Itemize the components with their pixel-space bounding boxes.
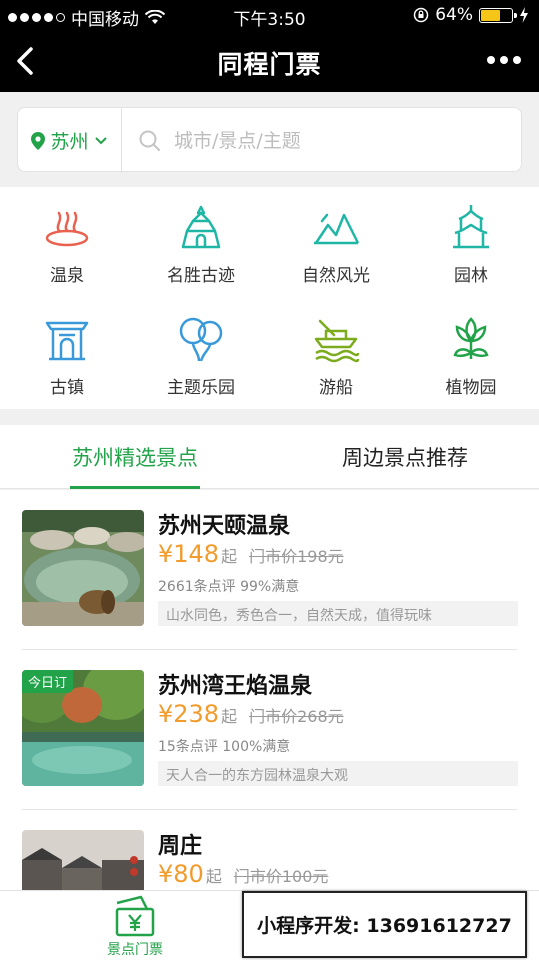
list-item[interactable]: 苏州天颐温泉 ¥148 起 门市价198元 2661条点评 99%满意 山水同色… (0, 490, 539, 650)
category-ancient-town[interactable]: 古镇 (0, 299, 134, 399)
search-input[interactable] (174, 129, 504, 152)
status-bar: 中国移动 下午3:50 64% (0, 0, 539, 30)
search-icon (139, 130, 160, 151)
category-hot-spring[interactable]: 温泉 (0, 187, 134, 287)
price-value: ¥238 (158, 700, 220, 728)
price-suffix: 起 (205, 867, 222, 886)
category-label: 古镇 (50, 378, 84, 398)
category-theme-park[interactable]: 主题乐园 (134, 299, 268, 399)
attraction-description: 山水同色，秀色合一，自然天成，值得玩味 (158, 601, 518, 626)
attraction-photo: 今日订 (22, 670, 144, 786)
page-title: 同程门票 (217, 50, 322, 79)
attraction-name: 苏州湾王焰温泉 (158, 674, 313, 699)
historic-site-icon (181, 205, 221, 249)
nav-bar: 同程门票 (0, 30, 539, 92)
status-right: 64% (413, 5, 529, 25)
category-label: 主题乐园 (167, 378, 235, 398)
category-grid: 温泉 名胜古迹 自然风光 园林 古镇 主题乐园 游船 植物园 (0, 187, 539, 409)
ticket-icon (115, 895, 155, 937)
rotation-lock-icon (413, 7, 429, 23)
original-price: 门市价100元 (233, 867, 329, 886)
review-stats: 15条点评 100%满意 (158, 739, 291, 755)
list-item[interactable]: 今日订 苏州湾王焰温泉 ¥238 起 门市价268元 15条点评 100%满意 … (0, 650, 539, 810)
search-box: 苏州 (17, 107, 522, 173)
battery-icon (479, 7, 517, 23)
mountain-icon (314, 213, 360, 245)
price-value: ¥148 (158, 540, 220, 568)
category-label: 名胜古迹 (167, 266, 235, 286)
balloons-icon (179, 317, 223, 362)
tab-suzhou-featured[interactable]: 苏州精选景点 (70, 425, 200, 489)
boat-icon (314, 319, 360, 363)
hot-spring-icon (45, 211, 89, 247)
category-boat[interactable]: 游船 (269, 299, 403, 399)
attraction-name: 周庄 (158, 834, 203, 859)
location-pin-icon (31, 131, 46, 150)
list-item[interactable]: 周庄 ¥80 起 门市价100元 (0, 810, 539, 890)
price-value: ¥80 (158, 860, 204, 888)
tab-bar: 苏州精选景点 周边景点推荐 (0, 425, 539, 489)
tab-nearby[interactable]: 周边景点推荐 (340, 425, 470, 489)
attraction-name: 苏州天颐温泉 (158, 514, 291, 539)
attraction-photo (22, 510, 144, 626)
attraction-price: ¥80 起 门市价100元 (158, 860, 328, 888)
city-selector[interactable]: 苏州 (18, 108, 122, 173)
attraction-list: 苏州天颐温泉 ¥148 起 门市价198元 2661条点评 99%满意 山水同色… (0, 490, 539, 890)
tab-attraction-tickets[interactable]: 景点门票 (100, 895, 170, 959)
battery-percent: 64% (435, 5, 473, 25)
category-botanical-garden[interactable]: 植物园 (404, 299, 538, 399)
attraction-description: 天人合一的东方园林温泉大观 (158, 761, 518, 786)
chevron-down-icon (94, 136, 107, 144)
attraction-price: ¥148 起 门市价198元 (158, 540, 344, 568)
promo-banner: 小程序开发: 13691612727 (242, 891, 527, 958)
category-garden[interactable]: 园林 (404, 187, 538, 287)
category-scenery[interactable]: 自然风光 (269, 187, 403, 287)
original-price: 门市价198元 (249, 547, 344, 566)
price-suffix: 起 (221, 547, 238, 566)
tab-label: 景点门票 (107, 942, 163, 958)
garden-pavilion-icon (453, 205, 489, 249)
more-options-icon[interactable] (487, 56, 521, 64)
category-label: 园林 (454, 266, 488, 286)
today-booking-badge: 今日订 (22, 670, 74, 693)
category-label: 植物园 (445, 378, 497, 398)
category-label: 自然风光 (302, 266, 370, 286)
price-suffix: 起 (221, 707, 238, 726)
attraction-price: ¥238 起 门市价268元 (158, 700, 344, 728)
search-field[interactable] (138, 108, 504, 173)
attraction-photo (22, 830, 144, 890)
charging-icon (520, 7, 528, 23)
category-label: 温泉 (50, 266, 84, 286)
search-section: 苏州 (0, 92, 539, 187)
flower-icon (453, 317, 489, 359)
review-stats: 2661条点评 99%满意 (158, 579, 300, 595)
category-historic-site[interactable]: 名胜古迹 (134, 187, 268, 287)
original-price: 门市价268元 (249, 707, 344, 726)
category-label: 游船 (319, 378, 353, 398)
ancient-town-icon (45, 321, 89, 361)
city-label: 苏州 (50, 131, 89, 153)
